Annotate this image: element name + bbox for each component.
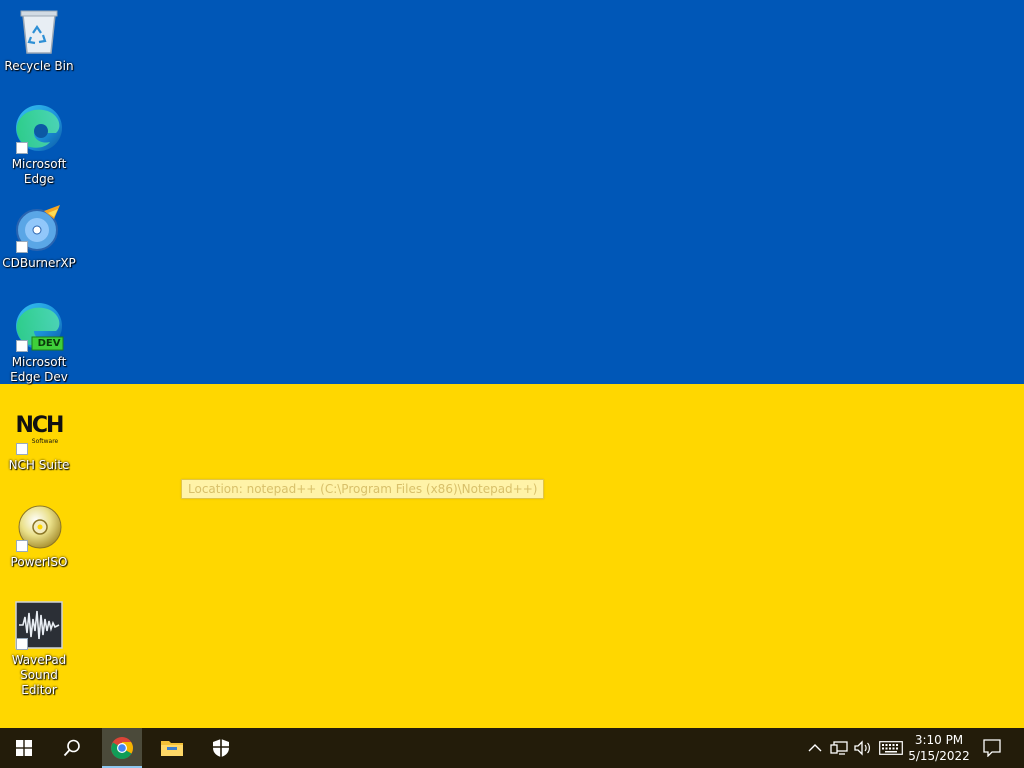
chevron-up-icon (808, 744, 822, 752)
poweriso-icon (14, 502, 64, 552)
taskbar-file-explorer-button[interactable] (148, 728, 196, 768)
desktop-icon-recycle-bin[interactable]: Recycle Bin (2, 6, 76, 74)
desktop[interactable]: Recycle Bin Microsoft Edge CDBurnerXP DE… (0, 0, 1024, 728)
desktop-icon-nch-suite[interactable]: NCH Software NCH Suite (2, 405, 76, 473)
desktop-icon-label: WavePad Sound Editor (11, 653, 67, 697)
network-button[interactable] (829, 728, 849, 768)
desktop-icon-poweriso[interactable]: PowerISO (2, 502, 76, 570)
volume-icon (854, 740, 870, 756)
search-icon (63, 739, 80, 757)
edge-icon (14, 104, 64, 154)
desktop-icon-label: Microsoft Edge (11, 157, 67, 186)
shortcut-arrow-icon (16, 340, 28, 352)
desktop-icon-label: CDBurnerXP (2, 256, 76, 270)
taskbar-chrome-button[interactable] (102, 728, 142, 768)
keyboard-icon (879, 741, 903, 755)
chrome-icon (111, 737, 133, 759)
desktop-icon-label: Microsoft Edge Dev (10, 355, 68, 384)
wavepad-icon (14, 600, 64, 650)
cdburnerxp-icon (14, 203, 64, 253)
nch-logo-subtext: Software (31, 438, 59, 445)
shortcut-arrow-icon (16, 540, 28, 552)
nch-icon: NCH Software (14, 405, 64, 455)
wallpaper-yellow (0, 384, 1024, 728)
shield-icon (213, 739, 229, 757)
recycle-bin-icon (14, 6, 64, 56)
desktop-icon-label: Recycle Bin (4, 59, 74, 73)
network-icon (830, 741, 848, 755)
desktop-icon-label: PowerISO (10, 555, 68, 569)
touch-keyboard-button[interactable] (878, 728, 904, 768)
notification-icon (983, 739, 1001, 757)
location-tooltip: Location: notepad++ (C:\Program Files (x… (181, 479, 545, 499)
desktop-icon-cdburnerxp[interactable]: CDBurnerXP (2, 203, 76, 271)
search-button[interactable] (48, 728, 96, 768)
volume-button[interactable] (853, 728, 873, 768)
action-center-button[interactable] (979, 728, 1005, 768)
clock-date: 5/15/2022 (908, 749, 970, 763)
desktop-icon-microsoft-edge[interactable]: Microsoft Edge (2, 104, 76, 187)
taskbar-security-button[interactable] (197, 728, 245, 768)
windows-logo-icon (16, 740, 32, 756)
system-clock[interactable]: 3:10 PM 5/15/2022 (905, 728, 973, 768)
shortcut-arrow-icon (16, 638, 28, 650)
desktop-icon-label: NCH Suite (8, 458, 70, 472)
edge-dev-icon: DEV (14, 302, 64, 352)
show-hidden-icons-button[interactable] (806, 728, 824, 768)
desktop-icon-wavepad[interactable]: WavePad Sound Editor (2, 600, 76, 698)
folder-icon (161, 741, 183, 756)
wallpaper-blue (0, 0, 1024, 384)
shortcut-arrow-icon (16, 443, 28, 455)
nch-logo-text: NCH (15, 413, 65, 438)
shortcut-arrow-icon (16, 142, 28, 154)
shortcut-arrow-icon (16, 241, 28, 253)
start-button[interactable] (0, 728, 48, 768)
dev-badge: DEV (37, 338, 61, 349)
clock-time: 3:10 PM (914, 733, 964, 747)
taskbar: 3:10 PM 5/15/2022 (0, 728, 1024, 768)
desktop-icon-microsoft-edge-dev[interactable]: DEV Microsoft Edge Dev (2, 302, 76, 385)
